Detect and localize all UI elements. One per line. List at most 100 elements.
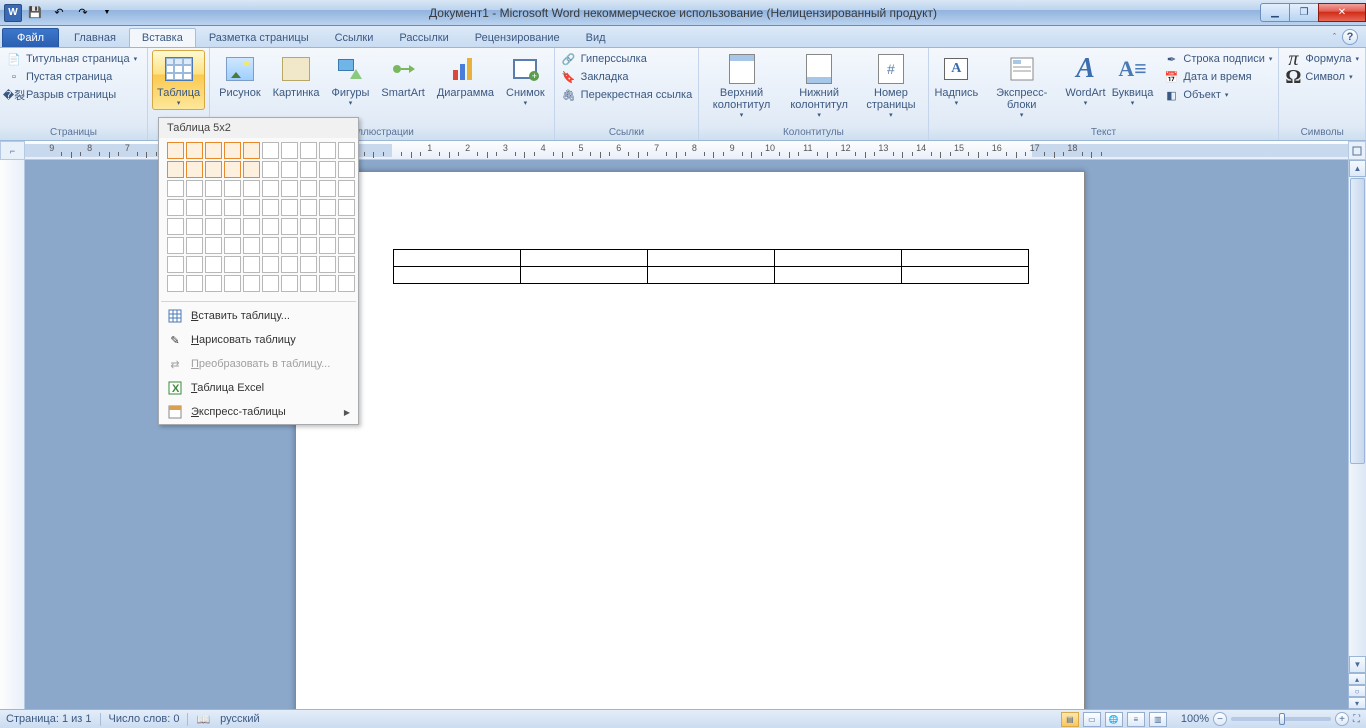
table-grid-cell[interactable]: [205, 275, 222, 292]
word-app-icon[interactable]: W: [4, 4, 22, 22]
table-grid-cell[interactable]: [319, 180, 336, 197]
zoom-slider[interactable]: [1231, 717, 1331, 721]
table-grid-cell[interactable]: [224, 180, 241, 197]
table-cell[interactable]: [775, 250, 902, 267]
table-grid-cell[interactable]: [186, 142, 203, 159]
object-button[interactable]: ◧Объект ▾: [1161, 86, 1274, 104]
table-grid-cell[interactable]: [319, 275, 336, 292]
table-cell[interactable]: [394, 267, 521, 284]
insert-table-menu-item[interactable]: Вставить таблицу...: [159, 304, 358, 328]
table-grid-cell[interactable]: [300, 142, 317, 159]
quickparts-button[interactable]: Экспресс-блоки▾: [982, 50, 1061, 122]
table-grid-cell[interactable]: [262, 218, 279, 235]
scroll-thumb[interactable]: [1350, 178, 1365, 464]
qat-customize-button[interactable]: ▼: [96, 3, 118, 23]
shapes-button[interactable]: Фигуры▾: [326, 50, 374, 110]
ruler-toggle-button[interactable]: [1348, 141, 1366, 160]
table-cell[interactable]: [902, 250, 1029, 267]
page-indicator[interactable]: Страница: 1 из 1: [6, 713, 92, 725]
table-grid-cell[interactable]: [262, 275, 279, 292]
tab-mailings[interactable]: Рассылки: [386, 28, 461, 47]
table-grid-cell[interactable]: [243, 237, 260, 254]
table-grid-cell[interactable]: [338, 180, 355, 197]
table-grid-cell[interactable]: [262, 142, 279, 159]
ruler-corner[interactable]: ⌐: [0, 141, 25, 160]
table-grid-cell[interactable]: [281, 275, 298, 292]
table-grid-cell[interactable]: [224, 275, 241, 292]
table-cell[interactable]: [394, 250, 521, 267]
vertical-scrollbar[interactable]: ▲ ▼: [1348, 160, 1366, 673]
scroll-up-button[interactable]: ▲: [1349, 160, 1366, 177]
vertical-ruler[interactable]: [0, 160, 25, 709]
tab-view[interactable]: Вид: [573, 28, 619, 47]
prev-page-button[interactable]: ▴: [1348, 673, 1366, 685]
table-grid-cell[interactable]: [281, 199, 298, 216]
web-layout-view-button[interactable]: 🌐: [1105, 712, 1123, 727]
picture-button[interactable]: Рисунок: [214, 50, 266, 102]
table-grid-cell[interactable]: [167, 256, 184, 273]
document-table[interactable]: [393, 249, 1029, 284]
smartart-button[interactable]: SmartArt: [376, 50, 429, 102]
table-grid-cell[interactable]: [281, 218, 298, 235]
table-grid-cell[interactable]: [319, 218, 336, 235]
file-tab[interactable]: Файл: [2, 28, 59, 47]
page-break-button[interactable]: �裂Разрыв страницы: [4, 86, 139, 104]
excel-table-menu-item[interactable]: X Таблица Excel: [159, 376, 358, 400]
crossref-button[interactable]: 🖇Перекрестная ссылка: [559, 86, 695, 104]
zoom-level[interactable]: 100%: [1181, 713, 1209, 725]
table-grid-cell[interactable]: [338, 256, 355, 273]
table-grid-cell[interactable]: [167, 142, 184, 159]
table-button[interactable]: Таблица ▾: [152, 50, 205, 110]
table-grid-cell[interactable]: [243, 142, 260, 159]
table-grid-cell[interactable]: [243, 275, 260, 292]
word-count[interactable]: Число слов: 0: [109, 713, 180, 725]
footer-button[interactable]: Нижний колонтитул▾: [782, 50, 856, 122]
table-cell[interactable]: [648, 267, 775, 284]
minimize-ribbon-button[interactable]: ˆ: [1333, 32, 1336, 42]
table-grid-cell[interactable]: [281, 161, 298, 178]
outline-view-button[interactable]: ≡: [1127, 712, 1145, 727]
help-button[interactable]: ?: [1342, 29, 1358, 45]
table-grid-cell[interactable]: [281, 180, 298, 197]
table-grid-cell[interactable]: [338, 275, 355, 292]
restore-button[interactable]: ❐: [1289, 3, 1319, 22]
save-button[interactable]: 💾: [24, 3, 46, 23]
table-cell[interactable]: [521, 250, 648, 267]
header-button[interactable]: Верхний колонтитул▾: [703, 50, 780, 122]
table-grid-cell[interactable]: [186, 218, 203, 235]
table-grid-cell[interactable]: [167, 218, 184, 235]
table-grid-cell[interactable]: [205, 142, 222, 159]
table-grid-cell[interactable]: [338, 161, 355, 178]
table-grid-cell[interactable]: [205, 218, 222, 235]
table-grid-cell[interactable]: [186, 161, 203, 178]
symbol-button[interactable]: ΩСимвол ▾: [1283, 68, 1361, 86]
table-cell[interactable]: [902, 267, 1029, 284]
table-grid-cell[interactable]: [338, 199, 355, 216]
table-grid-cell[interactable]: [224, 161, 241, 178]
textbox-button[interactable]: AНадпись▾: [933, 50, 981, 110]
table-grid-cell[interactable]: [186, 199, 203, 216]
table-grid-cell[interactable]: [338, 142, 355, 159]
zoom-out-button[interactable]: −: [1213, 712, 1227, 726]
table-grid-cell[interactable]: [224, 199, 241, 216]
scroll-down-button[interactable]: ▼: [1349, 656, 1366, 673]
redo-button[interactable]: ↷: [72, 3, 94, 23]
table-grid-cell[interactable]: [300, 218, 317, 235]
table-grid-cell[interactable]: [300, 256, 317, 273]
table-grid-cell[interactable]: [167, 275, 184, 292]
table-grid-cell[interactable]: [224, 256, 241, 273]
table-grid-cell[interactable]: [205, 256, 222, 273]
table-grid-cell[interactable]: [300, 275, 317, 292]
tab-page-layout[interactable]: Разметка страницы: [196, 28, 322, 47]
table-grid-cell[interactable]: [243, 161, 260, 178]
table-grid-cell[interactable]: [300, 180, 317, 197]
close-button[interactable]: ✕: [1318, 3, 1366, 22]
table-grid-cell[interactable]: [205, 180, 222, 197]
table-grid-cell[interactable]: [262, 256, 279, 273]
table-grid-cell[interactable]: [281, 142, 298, 159]
table-grid-cell[interactable]: [262, 199, 279, 216]
undo-button[interactable]: ↶: [48, 3, 70, 23]
table-grid-cell[interactable]: [205, 237, 222, 254]
table-size-grid[interactable]: [159, 138, 358, 299]
fullscreen-reading-view-button[interactable]: ▭: [1083, 712, 1101, 727]
